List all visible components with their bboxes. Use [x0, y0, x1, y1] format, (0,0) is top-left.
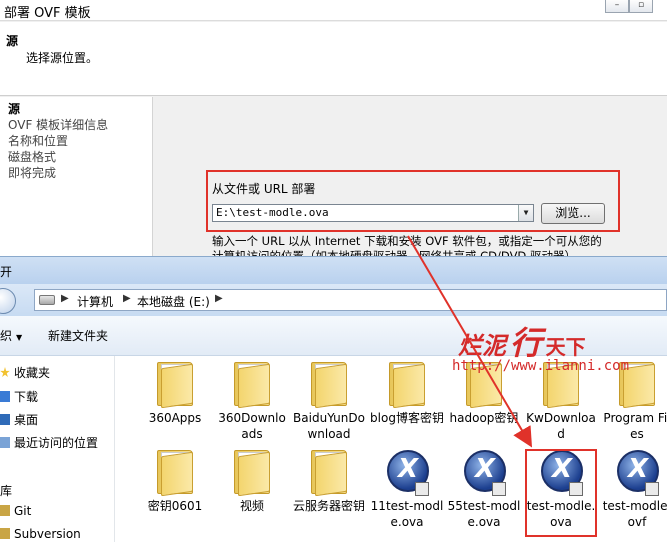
- sidebar-item-favorites[interactable]: 收藏夹: [0, 364, 50, 381]
- folder-item[interactable]: 360Downloads: [215, 360, 289, 442]
- source-path-value: E:\test-modle.ova: [216, 206, 329, 219]
- watermark-url: http://www.ilanni.com: [452, 358, 630, 374]
- sidebar-label: Subversion: [14, 527, 81, 541]
- folder-icon: [305, 360, 353, 409]
- file-label: 11test-modle.ova: [370, 499, 444, 529]
- folder-icon: [383, 360, 431, 409]
- sidebar-label: 桌面: [14, 413, 39, 427]
- wizard-step-list: 源 OVF 模板详细信息 名称和位置 磁盘格式 即将完成: [0, 97, 153, 260]
- wizard-step-source[interactable]: 源: [8, 101, 152, 117]
- minimize-button[interactable]: –: [605, 0, 629, 13]
- file-label: KwDownload: [526, 411, 596, 441]
- ovf-titlebar: 部署 OVF 模板 – ▫: [0, 0, 667, 21]
- window-controls: – ▫: [605, 0, 653, 13]
- sidebar-item-downloads[interactable]: 下载: [0, 388, 38, 405]
- breadcrumb-computer[interactable]: 计算机: [77, 293, 113, 310]
- file-label: BaiduYunDownload: [293, 411, 365, 441]
- sidebar-item-git[interactable]: Git: [0, 504, 31, 518]
- back-icon[interactable]: [0, 288, 16, 314]
- ova-file-item[interactable]: X 55test-modle.ova: [447, 448, 521, 530]
- sidebar-label: 收藏夹: [14, 366, 51, 380]
- window-title: 部署 OVF 模板: [4, 6, 91, 21]
- download-icon: [0, 391, 10, 402]
- source-path-combo[interactable]: E:\test-modle.ova ▼: [212, 204, 534, 222]
- library-icon: [0, 505, 10, 516]
- address-row: ▶ 计算机 ▶ 本地磁盘 (E:) ▶: [0, 284, 667, 316]
- desktop-icon: [0, 414, 10, 425]
- watermark-text: 天下: [545, 335, 586, 359]
- folder-item[interactable]: BaiduYunDownload: [292, 360, 366, 442]
- source-label: 从文件或 URL 部署: [212, 182, 316, 196]
- sidebar-item-desktop[interactable]: 桌面: [0, 411, 38, 428]
- ova-file-item[interactable]: Xtest-modle.ovf: [600, 448, 667, 530]
- folder-icon: [151, 448, 199, 497]
- address-bar[interactable]: ▶ 计算机 ▶ 本地磁盘 (E:) ▶: [34, 289, 667, 311]
- folder-icon: [228, 448, 276, 497]
- chevron-right-icon[interactable]: ▶: [123, 293, 131, 304]
- ovf-wizard-window: 部署 OVF 模板 – ▫ 源 选择源位置。 源 OVF 模板详细信息 名称和位…: [0, 0, 667, 263]
- wizard-step-name-location[interactable]: 名称和位置: [8, 133, 152, 149]
- sidebar-item-subversion[interactable]: Subversion: [0, 527, 81, 541]
- file-label: test-modle.ovf: [602, 499, 667, 529]
- wizard-step-disk-format[interactable]: 磁盘格式: [8, 149, 152, 165]
- ova-file-icon: X: [383, 448, 431, 496]
- chevron-down-icon: ▼: [16, 333, 23, 342]
- computer-icon: [39, 295, 55, 305]
- file-label: 360Downloads: [218, 411, 286, 441]
- library-icon: [0, 528, 10, 539]
- file-label: blog博客密钥: [370, 411, 444, 425]
- file-label: hadoop密钥: [449, 411, 519, 425]
- file-label: 360Apps: [148, 411, 202, 425]
- new-folder-button[interactable]: 新建文件夹: [48, 327, 108, 344]
- wizard-step-ready[interactable]: 即将完成: [8, 165, 152, 181]
- file-label: 55test-modle.ova: [447, 499, 521, 529]
- recent-icon: [0, 437, 10, 448]
- file-label: 云服务器密钥: [292, 499, 365, 513]
- folder-item[interactable]: 视频: [215, 448, 289, 514]
- explorer-titlebar: 开: [0, 256, 667, 284]
- file-label: 视频: [239, 499, 264, 513]
- watermark-text: 烂泥: [458, 331, 506, 360]
- watermark-text: 行: [509, 324, 542, 362]
- browse-button[interactable]: 浏览...: [541, 203, 605, 224]
- ova-file-item[interactable]: X 11test-modle.ova: [370, 448, 444, 530]
- sidebar-label: Git: [14, 504, 32, 518]
- folder-icon: [305, 448, 353, 497]
- ova-file-icon: X: [460, 448, 508, 496]
- highlight-box-file: [525, 449, 597, 537]
- organize-label: 织: [0, 329, 13, 343]
- breadcrumb-local-disk[interactable]: 本地磁盘 (E:): [137, 293, 210, 310]
- organize-menu[interactable]: 织 ▼: [0, 327, 22, 344]
- sidebar-item-libraries[interactable]: 库: [0, 482, 12, 499]
- wizard-step-ovf-details[interactable]: OVF 模板详细信息: [8, 117, 152, 133]
- sidebar-item-recent[interactable]: 最近访问的位置: [0, 434, 98, 451]
- chevron-right-icon[interactable]: ▶: [61, 293, 69, 304]
- ova-file-icon: X: [613, 448, 661, 496]
- file-label: 密钥0601: [147, 499, 203, 513]
- sidebar-label: 下载: [14, 390, 39, 404]
- navigation-pane: 收藏夹 下载 桌面 最近访问的位置 库 Git Subversion: [0, 356, 115, 542]
- sidebar-label: 最近访问的位置: [14, 436, 99, 450]
- chevron-right-icon[interactable]: ▶: [215, 293, 223, 304]
- folder-item[interactable]: blog博客密钥: [370, 360, 444, 426]
- wizard-step-subtitle: 选择源位置。: [26, 51, 99, 65]
- folder-item[interactable]: 云服务器密钥: [292, 448, 366, 514]
- file-label: Program Files: [603, 411, 667, 441]
- explorer-title: 开: [0, 265, 13, 279]
- folder-icon: [228, 360, 276, 409]
- folder-icon: [151, 360, 199, 409]
- wizard-header: 源 选择源位置。: [0, 22, 667, 96]
- star-icon: [0, 367, 10, 378]
- chevron-down-icon[interactable]: ▼: [518, 205, 533, 221]
- folder-item[interactable]: 360Apps: [138, 360, 212, 426]
- wizard-step-title: 源: [6, 34, 19, 48]
- maximize-button[interactable]: ▫: [629, 0, 653, 13]
- folder-item[interactable]: 密钥0601: [138, 448, 212, 514]
